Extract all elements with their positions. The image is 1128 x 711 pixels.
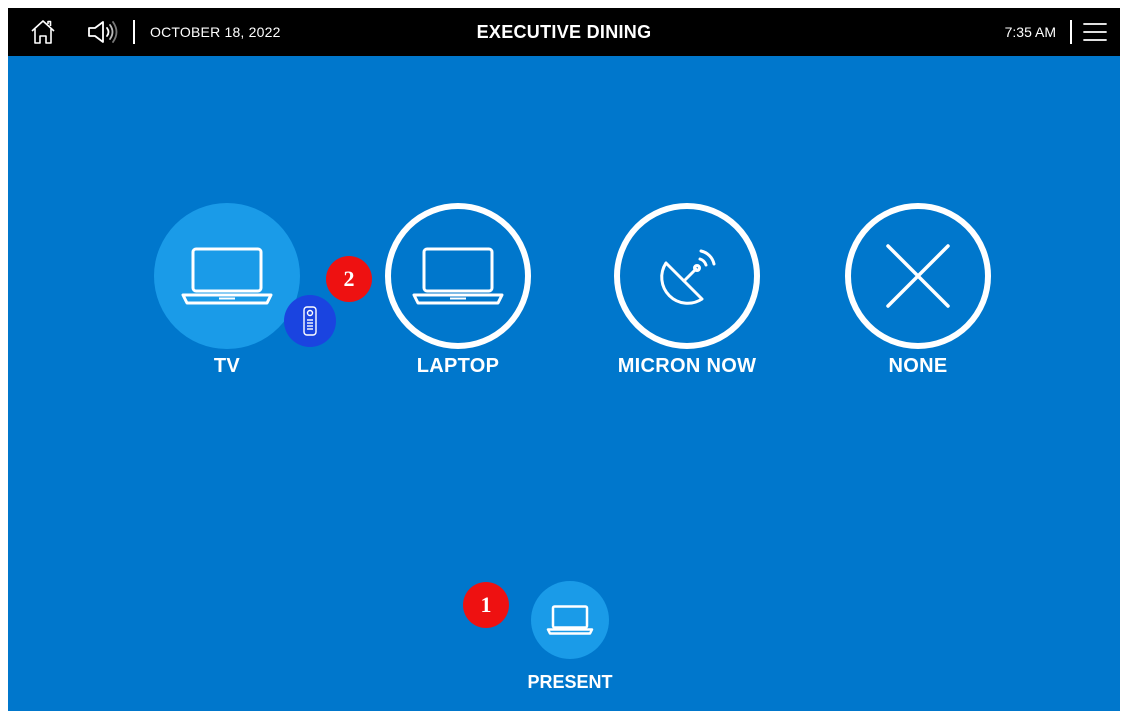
- touch-panel-screen: OCTOBER 18, 2022 EXECUTIVE DINING 7:35 A…: [8, 8, 1120, 711]
- date-display: OCTOBER 18, 2022: [150, 24, 281, 40]
- top-bar: OCTOBER 18, 2022 EXECUTIVE DINING 7:35 A…: [8, 8, 1120, 56]
- laptop-icon: [412, 247, 504, 305]
- present-button[interactable]: [531, 581, 609, 659]
- volume-icon[interactable]: [84, 8, 122, 56]
- annotation-marker-1: 1: [463, 582, 509, 628]
- source-none-button[interactable]: [845, 203, 991, 349]
- source-micron-now-label: MICRON NOW: [617, 355, 757, 377]
- remote-control-icon: [303, 306, 317, 336]
- source-laptop-button[interactable]: [385, 203, 531, 349]
- remote-control-button[interactable]: [284, 295, 336, 347]
- clock-display: 7:35 AM: [1004, 24, 1056, 40]
- laptop-icon: [546, 605, 594, 635]
- source-tv-label: TV: [213, 355, 241, 377]
- separator: [1070, 20, 1072, 44]
- present-label: PRESENT: [527, 672, 613, 692]
- source-none-label: NONE: [888, 355, 948, 377]
- menu-icon[interactable]: [1080, 8, 1110, 56]
- source-micron-now-button[interactable]: [614, 203, 760, 349]
- source-laptop-label: LAPTOP: [416, 355, 500, 377]
- separator: [133, 20, 135, 44]
- laptop-icon: [181, 247, 273, 305]
- close-icon: [886, 244, 950, 308]
- annotation-marker-2: 2: [326, 256, 372, 302]
- source-tv-button[interactable]: [154, 203, 300, 349]
- satellite-dish-icon: [660, 249, 716, 305]
- home-icon[interactable]: [26, 8, 60, 56]
